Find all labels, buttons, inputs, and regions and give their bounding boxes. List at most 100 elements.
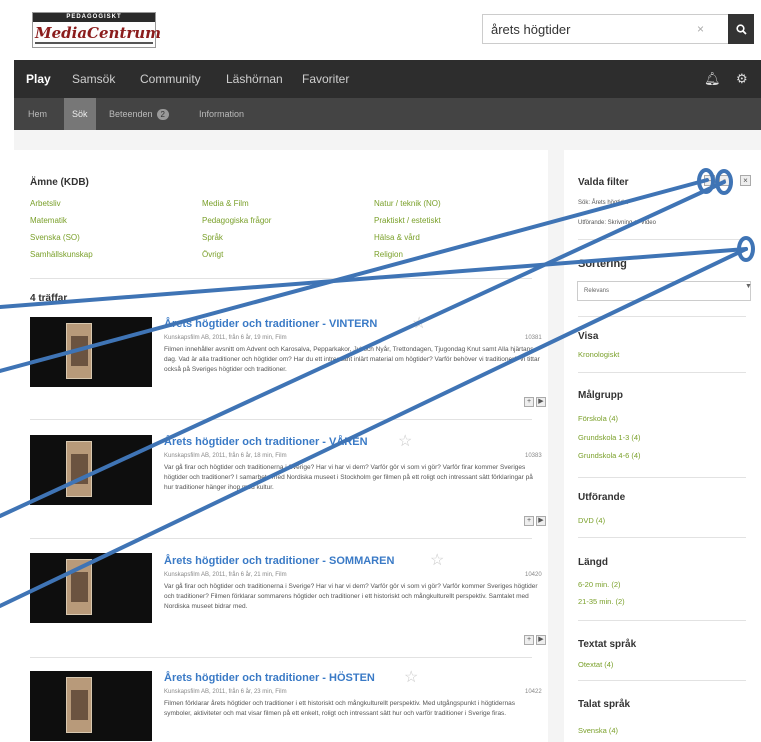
result-title[interactable]: Årets högtider och traditioner - VINTERN	[164, 318, 377, 330]
play-button[interactable]: ▶	[536, 635, 546, 645]
dvd-cover-image	[66, 677, 92, 733]
subtitle-language-heading: Textat språk	[578, 639, 637, 650]
sort-select[interactable]: Relevans	[577, 281, 751, 301]
search-box: ×	[482, 14, 738, 44]
gear-icon[interactable]: ⚙	[736, 71, 748, 87]
star-icon[interactable]: ☆	[404, 667, 418, 687]
chevron-down-icon: ▼	[745, 283, 752, 290]
add-button[interactable]: +	[524, 397, 534, 407]
subnav-sok[interactable]: Sök	[64, 98, 96, 130]
search-button[interactable]	[728, 14, 754, 44]
result-title[interactable]: Årets högtider och traditioner - VÅREN	[164, 436, 368, 448]
play-button[interactable]: ▶	[536, 397, 546, 407]
divider	[578, 372, 746, 373]
active-filter[interactable]: Utförande: Skrivning ✕ Video	[578, 219, 656, 226]
result-meta: Kunskapsfilm AB, 2011, från 6 år, 23 min…	[164, 689, 287, 695]
result-code: 10422	[525, 689, 542, 695]
search-input[interactable]	[483, 15, 708, 43]
divider	[578, 477, 746, 478]
subject-link[interactable]: Praktiskt / estetiskt	[374, 216, 441, 225]
play-button[interactable]: ▶	[536, 516, 546, 526]
collapse-button[interactable]: –	[704, 175, 715, 186]
subject-link[interactable]: Arbetsliv	[30, 199, 61, 208]
subnav-beteenden[interactable]: Beteenden 2	[109, 98, 169, 130]
divider	[578, 537, 746, 538]
target-group-link[interactable]: Grundskola 1-3 (4)	[578, 433, 641, 442]
star-icon[interactable]: ☆	[412, 313, 426, 333]
result-code: 10381	[525, 335, 542, 341]
hit-count: 4 träffar	[30, 293, 68, 304]
subject-link[interactable]: Natur / teknik (NO)	[374, 199, 441, 208]
subtitle-language-link[interactable]: Otextat (4)	[578, 660, 613, 669]
subject-link[interactable]: Svenska (SO)	[30, 233, 80, 242]
nav-samsok[interactable]: Samsök	[72, 60, 115, 98]
search-icon	[735, 23, 747, 35]
result-description: Filmen förklarar årets högtider och trad…	[164, 700, 516, 717]
dvd-cover-image	[66, 323, 92, 379]
target-group-link[interactable]: Grundskola 4-6 (4)	[578, 451, 641, 460]
dvd-cover-image	[66, 441, 92, 497]
close-icon[interactable]: ×	[740, 175, 751, 186]
subject-link[interactable]: Hälsa & vård	[374, 233, 420, 242]
logo-text: MediaCentrum	[35, 24, 162, 42]
star-icon[interactable]: ☆	[430, 550, 444, 570]
divider	[30, 538, 532, 539]
length-heading: Längd	[578, 557, 608, 568]
length-link[interactable]: 6-20 min. (2)	[578, 580, 621, 589]
subnav-information[interactable]: Information	[199, 98, 244, 130]
bell-icon[interactable]: 🔔︎	[704, 71, 721, 87]
result-meta: Kunskapsfilm AB, 2011, från 6 år, 19 min…	[164, 335, 287, 341]
result-title[interactable]: Årets högtider och traditioner - HÖSTEN	[164, 672, 375, 684]
result-thumbnail[interactable]	[30, 671, 152, 741]
logo-tagline: PEDAGOGISKT	[33, 13, 155, 22]
clear-search-icon[interactable]: ×	[697, 22, 704, 36]
result-title[interactable]: Årets högtider och traditioner - SOMMARE…	[164, 555, 394, 567]
star-icon[interactable]: ☆	[398, 431, 412, 451]
result-thumbnail[interactable]	[30, 435, 152, 505]
result-thumbnail[interactable]	[30, 317, 152, 387]
header: PEDAGOGISKT MediaCentrum ×	[0, 0, 761, 55]
subject-link[interactable]: Media & Film	[202, 199, 249, 208]
subject-link[interactable]: Övrigt	[202, 250, 223, 259]
sort-heading: Sortering	[578, 258, 627, 270]
format-heading: Utförande	[578, 492, 626, 503]
length-link[interactable]: 21-35 min. (2)	[578, 597, 625, 606]
dvd-cover-image	[66, 559, 92, 615]
divider	[30, 657, 532, 658]
show-chronological-link[interactable]: Kronologiskt	[578, 350, 619, 359]
target-group-heading: Målgrupp	[578, 390, 623, 401]
result-thumbnail[interactable]	[30, 553, 152, 623]
nav-favoriter[interactable]: Favoriter	[302, 60, 349, 98]
subject-link[interactable]: Språk	[202, 233, 223, 242]
subject-link[interactable]: Religion	[374, 250, 403, 259]
nav-lashornan[interactable]: Läshörnan	[226, 60, 283, 98]
nav-community[interactable]: Community	[140, 60, 201, 98]
result-meta: Kunskapsfilm AB, 2011, från 6 år, 18 min…	[164, 453, 287, 459]
divider	[30, 419, 532, 420]
subject-link[interactable]: Pedagogiska frågor	[202, 216, 271, 225]
subject-link[interactable]: Samhällskunskap	[30, 250, 93, 259]
result-code: 10383	[525, 453, 542, 459]
logo-underline	[35, 42, 153, 44]
selected-filters-heading: Valda filter	[578, 177, 629, 188]
active-filter[interactable]: Sök: Årets högtider	[578, 200, 629, 206]
subnav-hem[interactable]: Hem	[28, 98, 47, 130]
add-button[interactable]: +	[524, 635, 534, 645]
expand-button[interactable]: ▪	[719, 175, 730, 186]
result-description: Var gå firar och högtider och traditione…	[164, 583, 538, 610]
main-nav: Play Samsök Community Läshörnan Favorite…	[14, 60, 761, 98]
spoken-language-link[interactable]: Svenska (4)	[578, 726, 618, 735]
target-group-link[interactable]: Förskola (4)	[578, 414, 618, 423]
spoken-language-heading: Talat språk	[578, 699, 631, 710]
nav-play[interactable]: Play	[26, 60, 51, 98]
result-code: 10420	[525, 572, 542, 578]
logo[interactable]: PEDAGOGISKT MediaCentrum	[32, 12, 161, 48]
divider	[578, 239, 746, 240]
count-badge: 2	[156, 109, 169, 120]
subject-link[interactable]: Matematik	[30, 216, 67, 225]
result-meta: Kunskapsfilm AB, 2011, från 6 år, 21 min…	[164, 572, 287, 578]
add-button[interactable]: +	[524, 516, 534, 526]
result-description: Filmen innehåller avsnitt om Advent och …	[164, 346, 540, 373]
divider	[578, 680, 746, 681]
format-link[interactable]: DVD (4)	[578, 516, 605, 525]
